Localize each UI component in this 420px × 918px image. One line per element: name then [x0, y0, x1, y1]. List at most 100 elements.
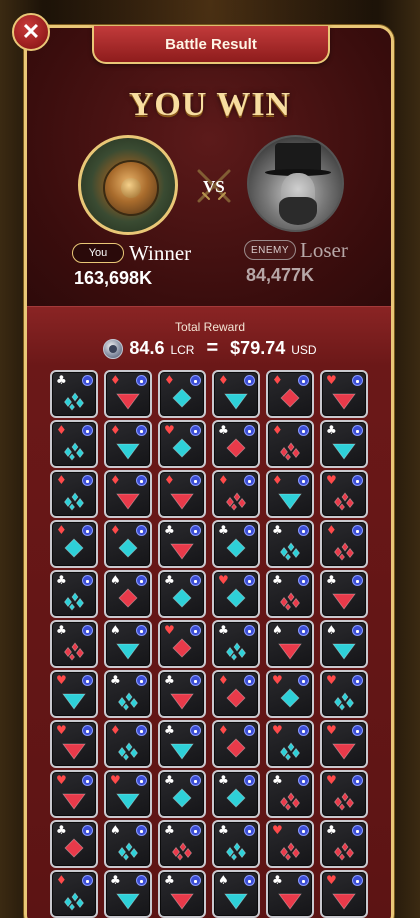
gem-icon [226, 788, 246, 808]
reward-item-card[interactable]: ♦ [320, 520, 368, 568]
reward-item-card[interactable]: ♥ [320, 720, 368, 768]
reward-item-card[interactable]: ♣ [320, 420, 368, 468]
reward-item-card[interactable]: ♣ [212, 520, 260, 568]
enemy-score: 84,477K [246, 265, 315, 285]
reward-item-card[interactable]: ♥ [320, 370, 368, 418]
reward-item-card[interactable]: ♣ [266, 770, 314, 818]
reward-item-card[interactable]: ♥ [104, 770, 152, 818]
reward-item-card[interactable]: ♠ [266, 620, 314, 668]
gem-icon [118, 588, 138, 608]
gem-icon [172, 788, 192, 808]
reward-item-card[interactable]: ♠ [104, 570, 152, 618]
reward-item-card[interactable]: ♣ [104, 670, 152, 718]
gem-icon [116, 493, 140, 510]
reward-item-card[interactable]: ♣ [266, 570, 314, 618]
reward-items-grid: ♣ ♦ ♦ ♦ ♦ ♥ ♦ ♦ ♥ ♣ ♦ ♣ ♦ ♦ ♦ ♦ ♦ ♥ ♦ ♦ ♣ ♣ ♣ ♦ ♣ ♠ ♣ ♥ ♣ ♣ ♣ ♠ ♥ ♣ ♠ ♠ ♥ ♣ ♣ ♦… [50, 370, 368, 918]
reward-item-card[interactable]: ♣ [212, 770, 260, 818]
reward-item-card[interactable]: ♥ [158, 420, 206, 468]
reward-item-card[interactable]: ♣ [320, 570, 368, 618]
reward-item-card[interactable]: ♥ [320, 770, 368, 818]
gem-icon [117, 692, 139, 711]
reward-item-card[interactable]: ♥ [50, 770, 98, 818]
reward-item-card[interactable]: ♥ [212, 570, 260, 618]
reward-item-card[interactable]: ♣ [104, 870, 152, 918]
gem-icon [278, 893, 302, 910]
gem-icon [279, 742, 301, 761]
enemy-avatar[interactable] [247, 135, 344, 232]
gem-icon [225, 642, 247, 661]
reward-item-card[interactable]: ♣ [266, 520, 314, 568]
reward-item-card[interactable]: ♥ [320, 470, 368, 518]
reward-item-card[interactable]: ♦ [158, 370, 206, 418]
reward-item-card[interactable]: ♥ [320, 670, 368, 718]
title-ribbon: Battle Result [92, 26, 330, 64]
reward-item-card[interactable]: ♥ [50, 670, 98, 718]
reward-item-card[interactable]: ♣ [158, 720, 206, 768]
reward-item-card[interactable]: ♦ [266, 470, 314, 518]
reward-item-card[interactable]: ♦ [212, 470, 260, 518]
gem-icon [332, 593, 356, 610]
reward-item-card[interactable]: ♦ [158, 470, 206, 518]
gem-icon [170, 543, 194, 560]
reward-item-card[interactable]: ♦ [104, 370, 152, 418]
reward-item-card[interactable]: ♣ [212, 820, 260, 868]
reward-item-card[interactable]: ♦ [50, 470, 98, 518]
reward-item-card[interactable]: ♦ [104, 420, 152, 468]
reward-item-card[interactable]: ♣ [50, 370, 98, 418]
equals-sign: = [206, 337, 219, 359]
reward-item-card[interactable]: ♣ [158, 770, 206, 818]
reward-item-card[interactable]: ♣ [158, 570, 206, 618]
gem-icon [333, 542, 355, 561]
gem-icon [332, 743, 356, 760]
reward-item-card[interactable]: ♣ [212, 420, 260, 468]
reward-item-card[interactable]: ♦ [50, 870, 98, 918]
gem-icon [279, 842, 301, 861]
reward-item-card[interactable]: ♦ [266, 420, 314, 468]
gem-icon [280, 688, 300, 708]
reward-item-card[interactable]: ♦ [50, 420, 98, 468]
reward-item-card[interactable]: ♣ [50, 820, 98, 868]
reward-item-card[interactable]: ♠ [212, 870, 260, 918]
reward-item-card[interactable]: ♥ [266, 670, 314, 718]
reward-item-card[interactable]: ♦ [104, 470, 152, 518]
gem-icon [224, 393, 248, 410]
gem-icon [64, 538, 84, 558]
reward-item-card[interactable]: ♠ [104, 620, 152, 668]
lcr-coin-icon [103, 339, 124, 359]
gem-icon [332, 393, 356, 410]
reward-item-card[interactable]: ♦ [266, 370, 314, 418]
reward-item-card[interactable]: ♦ [104, 720, 152, 768]
reward-item-card[interactable]: ♣ [212, 620, 260, 668]
close-button[interactable]: ✕ [12, 13, 50, 51]
reward-token-amount: 84.6 [129, 338, 165, 358]
reward-item-card[interactable]: ♦ [50, 520, 98, 568]
gem-icon [63, 492, 85, 511]
reward-item-card[interactable]: ♠ [104, 820, 152, 868]
reward-item-card[interactable]: ♣ [158, 870, 206, 918]
reward-item-card[interactable]: ♣ [50, 620, 98, 668]
reward-item-card[interactable]: ♣ [158, 520, 206, 568]
reward-item-card[interactable]: ♥ [50, 720, 98, 768]
reward-item-card[interactable]: ♣ [50, 570, 98, 618]
gem-icon [171, 842, 193, 861]
gem-icon [64, 838, 84, 858]
reward-item-card[interactable]: ♦ [212, 720, 260, 768]
reward-item-card[interactable]: ♥ [266, 820, 314, 868]
reward-item-card[interactable]: ♣ [320, 820, 368, 868]
reward-item-card[interactable]: ♥ [266, 720, 314, 768]
player-avatar[interactable] [78, 135, 178, 235]
reward-item-card[interactable]: ♥ [320, 870, 368, 918]
reward-item-card[interactable]: ♣ [158, 820, 206, 868]
reward-item-card[interactable]: ♦ [104, 520, 152, 568]
shield-boss [121, 178, 141, 198]
gem-icon [225, 492, 247, 511]
reward-item-card[interactable]: ♥ [158, 620, 206, 668]
gem-icon [116, 893, 140, 910]
gem-icon [116, 443, 140, 460]
reward-usd-unit: USD [291, 343, 317, 357]
reward-item-card[interactable]: ♦ [212, 670, 260, 718]
reward-item-card[interactable]: ♠ [320, 620, 368, 668]
reward-item-card[interactable]: ♣ [158, 670, 206, 718]
reward-item-card[interactable]: ♣ [266, 870, 314, 918]
reward-item-card[interactable]: ♦ [212, 370, 260, 418]
